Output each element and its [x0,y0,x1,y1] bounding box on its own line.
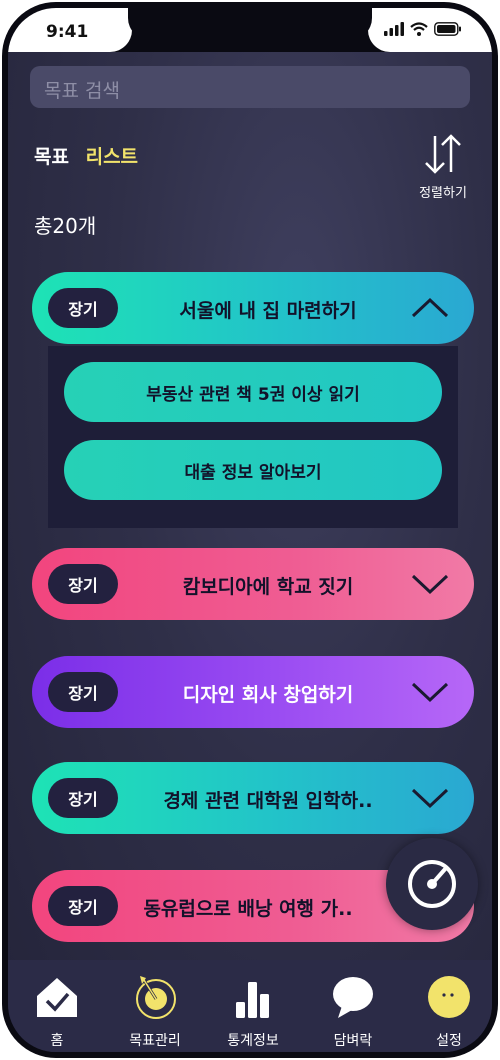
home-check-icon [37,978,77,1017]
goal-card[interactable]: 장기 경제 관련 대학원 입학하.. [32,762,474,834]
target-icon [136,976,176,1019]
sort-button[interactable]: 정렬하기 [408,132,478,201]
goal-title: 디자인 회사 창업하기 [182,684,354,706]
goal-type-badge: 장기 [48,288,118,328]
sort-arrows-icon [425,134,461,174]
bar-chart-icon [236,982,269,1018]
status-icons [384,22,462,36]
goal-type-badge: 장기 [48,564,118,604]
chevron-up-icon[interactable] [410,294,450,322]
chevron-down-icon[interactable] [410,784,450,812]
tab-settings[interactable]: 설정 [404,960,492,1052]
goal-card[interactable]: 장기 디자인 회사 창업하기 [32,656,474,728]
view-tabs: 목표 리스트 [34,142,138,169]
bottom-tab-bar: 홈 목표관리 통계정보 담벼락 설정 [8,960,492,1052]
signal-icon [384,22,404,36]
search-placeholder: 목표 검색 [44,80,120,102]
status-bar: 9:41 [8,8,492,52]
goal-count: 총20개 [34,214,97,238]
tab-settings-label: 설정 [436,1033,462,1049]
subgoal-item[interactable]: 대출 정보 알아보기 [64,440,442,500]
tab-goal-management[interactable]: 목표관리 [110,960,200,1052]
tab-statistics-label: 통계정보 [227,1033,279,1049]
status-time: 9:41 [46,22,89,42]
goal-type-badge: 장기 [48,778,118,818]
target-dart-icon [408,860,456,908]
tab-wall[interactable]: 담벼락 [308,960,398,1052]
subgoal-item[interactable]: 부동산 관련 책 5권 이상 읽기 [64,362,442,422]
battery-icon [434,22,461,36]
phone-frame: 9:41 목표 검색 목표 리스트 정렬하기 총20개 장기 서울에 내 집 마… [2,2,498,1058]
notch [128,8,372,40]
smiley-icon [428,976,470,1018]
goal-title: 서울에 내 집 마련하기 [179,300,357,322]
app-screen: 9:41 목표 검색 목표 리스트 정렬하기 총20개 장기 서울에 내 집 마… [8,8,492,1052]
tab-home[interactable]: 홈 [12,960,102,1052]
search-input[interactable]: 목표 검색 [30,66,470,108]
tab-statistics[interactable]: 통계정보 [208,960,298,1052]
goal-title: 경제 관련 대학원 입학하.. [163,790,373,812]
tab-goal-management-label: 목표관리 [129,1033,181,1049]
tab-home-label: 홈 [50,1033,64,1049]
goal-type-badge: 장기 [48,886,118,926]
speech-bubble-icon [333,977,373,1018]
tab-goal[interactable]: 목표 [34,146,69,168]
add-goal-fab[interactable] [386,838,478,930]
chevron-down-icon[interactable] [410,678,450,706]
goal-title: 캄보디아에 학교 짓기 [182,576,354,598]
goal-card[interactable]: 장기 서울에 내 집 마련하기 [32,272,474,344]
tab-wall-label: 담벼락 [333,1033,373,1049]
sort-label: 정렬하기 [419,186,467,201]
goal-type-badge: 장기 [48,672,118,712]
tab-list[interactable]: 리스트 [86,146,138,168]
wifi-icon [410,22,428,36]
goal-title: 동유럽으로 배낭 여행 가.. [143,898,353,920]
chevron-down-icon[interactable] [410,570,450,598]
goal-card[interactable]: 장기 캄보디아에 학교 짓기 [32,548,474,620]
